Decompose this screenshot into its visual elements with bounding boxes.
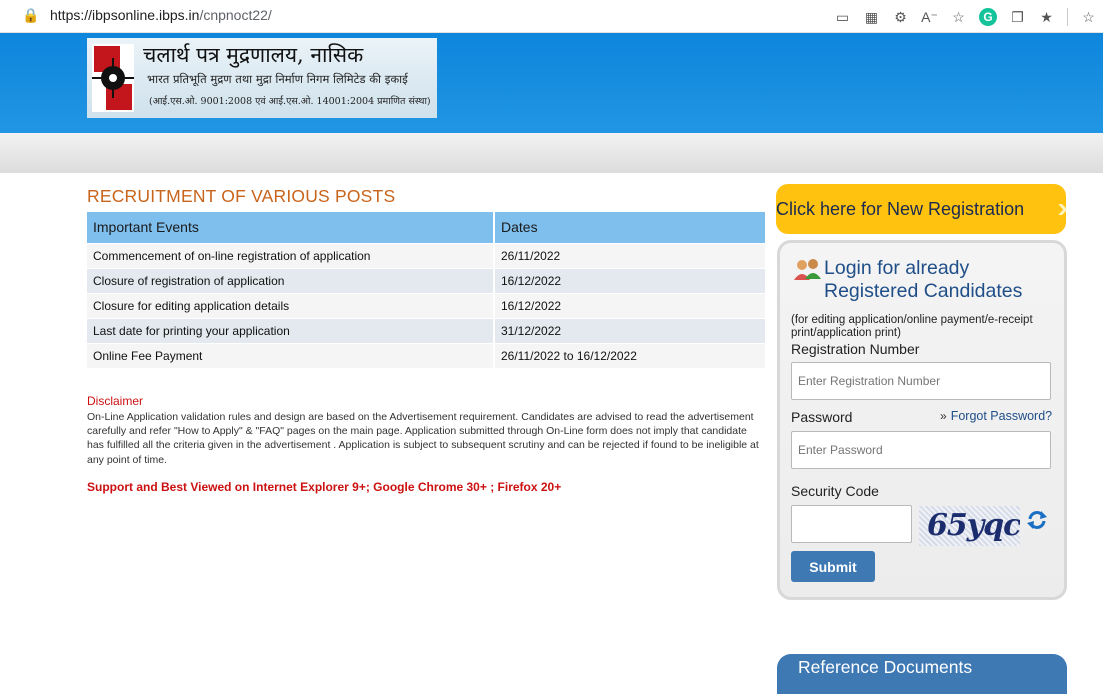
new-registration-label: Click here for New Registration	[776, 199, 1025, 219]
submit-button[interactable]: Submit	[791, 551, 875, 582]
lock-icon[interactable]: 🔒	[22, 7, 39, 24]
event-cell: Online Fee Payment	[87, 342, 495, 368]
logo-certification: (आई.एस.ओ. 9001:2008 एवं आई.एस.ओ. 14001:2…	[149, 96, 431, 107]
event-cell: Commencement of on-line registration of …	[87, 242, 495, 268]
url-path: /cnpnoct22/	[199, 7, 272, 23]
date-cell: 16/12/2022	[494, 292, 767, 318]
date-cell: 26/11/2022 to 16/12/2022	[494, 342, 767, 368]
favorites-icon[interactable]: ☆	[1074, 6, 1103, 28]
forgot-password-label: Forgot Password?	[950, 409, 1053, 423]
url-field[interactable]: https://ibpsonline.ibps.in/cnpnoct22/	[50, 7, 272, 23]
extensions-puzzle-icon[interactable]: ★	[1032, 6, 1061, 28]
event-cell: Closure for editing application details	[87, 292, 495, 318]
disclaimer-heading: Disclaimer	[87, 394, 144, 408]
toolbar-divider	[1067, 8, 1068, 26]
logo-title: चलार्थ पत्र मुद्रणालय, नासिक	[143, 43, 364, 67]
table-row: Online Fee Payment 26/11/2022 to 16/12/2…	[87, 342, 767, 368]
grammarly-icon[interactable]: G	[979, 8, 997, 26]
browser-toolbar: ▭ ▦ ⚙ A⁻ ☆ G ❐ ★ ☆	[828, 6, 1103, 28]
key-icon[interactable]: ⚙	[886, 6, 915, 28]
press-logo[interactable]: चलार्थ पत्र मुद्रणालय, नासिक भारत प्रतिभ…	[87, 38, 437, 118]
event-cell: Last date for printing your application	[87, 317, 495, 343]
reference-documents-heading: Reference Documents	[798, 657, 973, 677]
registration-number-input[interactable]	[791, 362, 1051, 400]
press-emblem-icon	[92, 44, 134, 112]
users-icon	[794, 259, 821, 280]
browser-address-bar: 🔒 https://ibpsonline.ibps.in/cnpnoct22/ …	[0, 0, 1103, 33]
site-header: चलार्थ पत्र मुद्रणालय, नासिक भारत प्रतिभ…	[0, 33, 1103, 133]
table-row: Last date for printing your application …	[87, 317, 767, 343]
table-row: Closure of registration of application 1…	[87, 267, 767, 293]
date-cell: 26/11/2022	[494, 242, 767, 268]
browser-support-note: Support and Best Viewed on Internet Expl…	[87, 480, 562, 494]
read-aloud-icon[interactable]: A⁻	[915, 6, 944, 28]
captcha-text: 65yqc	[927, 508, 1020, 543]
favorite-star-icon[interactable]: ☆	[944, 6, 973, 28]
events-table: Important Events Dates Commencement of o…	[87, 212, 767, 368]
table-row: Closure for editing application details …	[87, 292, 767, 318]
disclaimer-text: On-Line Application validation rules and…	[87, 411, 759, 466]
event-cell: Closure of registration of application	[87, 267, 495, 293]
reference-documents-panel[interactable]: Reference Documents	[777, 654, 1067, 694]
refresh-captcha-icon[interactable]	[1026, 509, 1048, 531]
password-label: Password	[791, 409, 853, 425]
logo-subtitle: भारत प्रतिभूति मुद्रण तथा मुद्रा निर्माण…	[147, 72, 408, 86]
password-input[interactable]	[791, 431, 1051, 469]
date-cell: 16/12/2022	[494, 267, 767, 293]
security-code-label: Security Code	[791, 483, 879, 499]
collections-icon[interactable]: ❐	[1003, 6, 1032, 28]
double-chevron-right-icon: »	[940, 409, 947, 423]
reader-view-icon[interactable]: ▭	[828, 6, 857, 28]
security-code-input[interactable]	[791, 505, 912, 543]
login-panel: Login for already Registered Candidates …	[777, 240, 1067, 600]
login-heading-line1: Login for already	[824, 257, 970, 279]
header-dates: Dates	[494, 212, 767, 243]
page-title: RECRUITMENT OF VARIOUS POSTS	[87, 186, 396, 206]
login-heading-line2: Registered Candidates	[824, 280, 1023, 302]
app-grid-icon[interactable]: ▦	[857, 6, 886, 28]
new-registration-button[interactable]: Click here for New Registration ››	[776, 184, 1067, 234]
captcha-image: 65yqc	[919, 506, 1020, 546]
table-row: Commencement of on-line registration of …	[87, 242, 767, 268]
header-events: Important Events	[87, 212, 495, 243]
url-host: https://ibpsonline.ibps.in	[50, 7, 200, 23]
registration-number-label: Registration Number	[791, 341, 920, 357]
date-cell: 31/12/2022	[494, 317, 767, 343]
login-subtext: (for editing application/online payment/…	[791, 314, 1033, 339]
nav-band	[0, 133, 1103, 173]
forgot-password-link[interactable]: » Forgot Password?	[940, 409, 1052, 423]
table-header-row: Important Events Dates	[87, 212, 767, 243]
login-heading: Login for already Registered Candidates	[824, 257, 1022, 303]
double-chevron-right-icon: ››	[1057, 192, 1067, 223]
